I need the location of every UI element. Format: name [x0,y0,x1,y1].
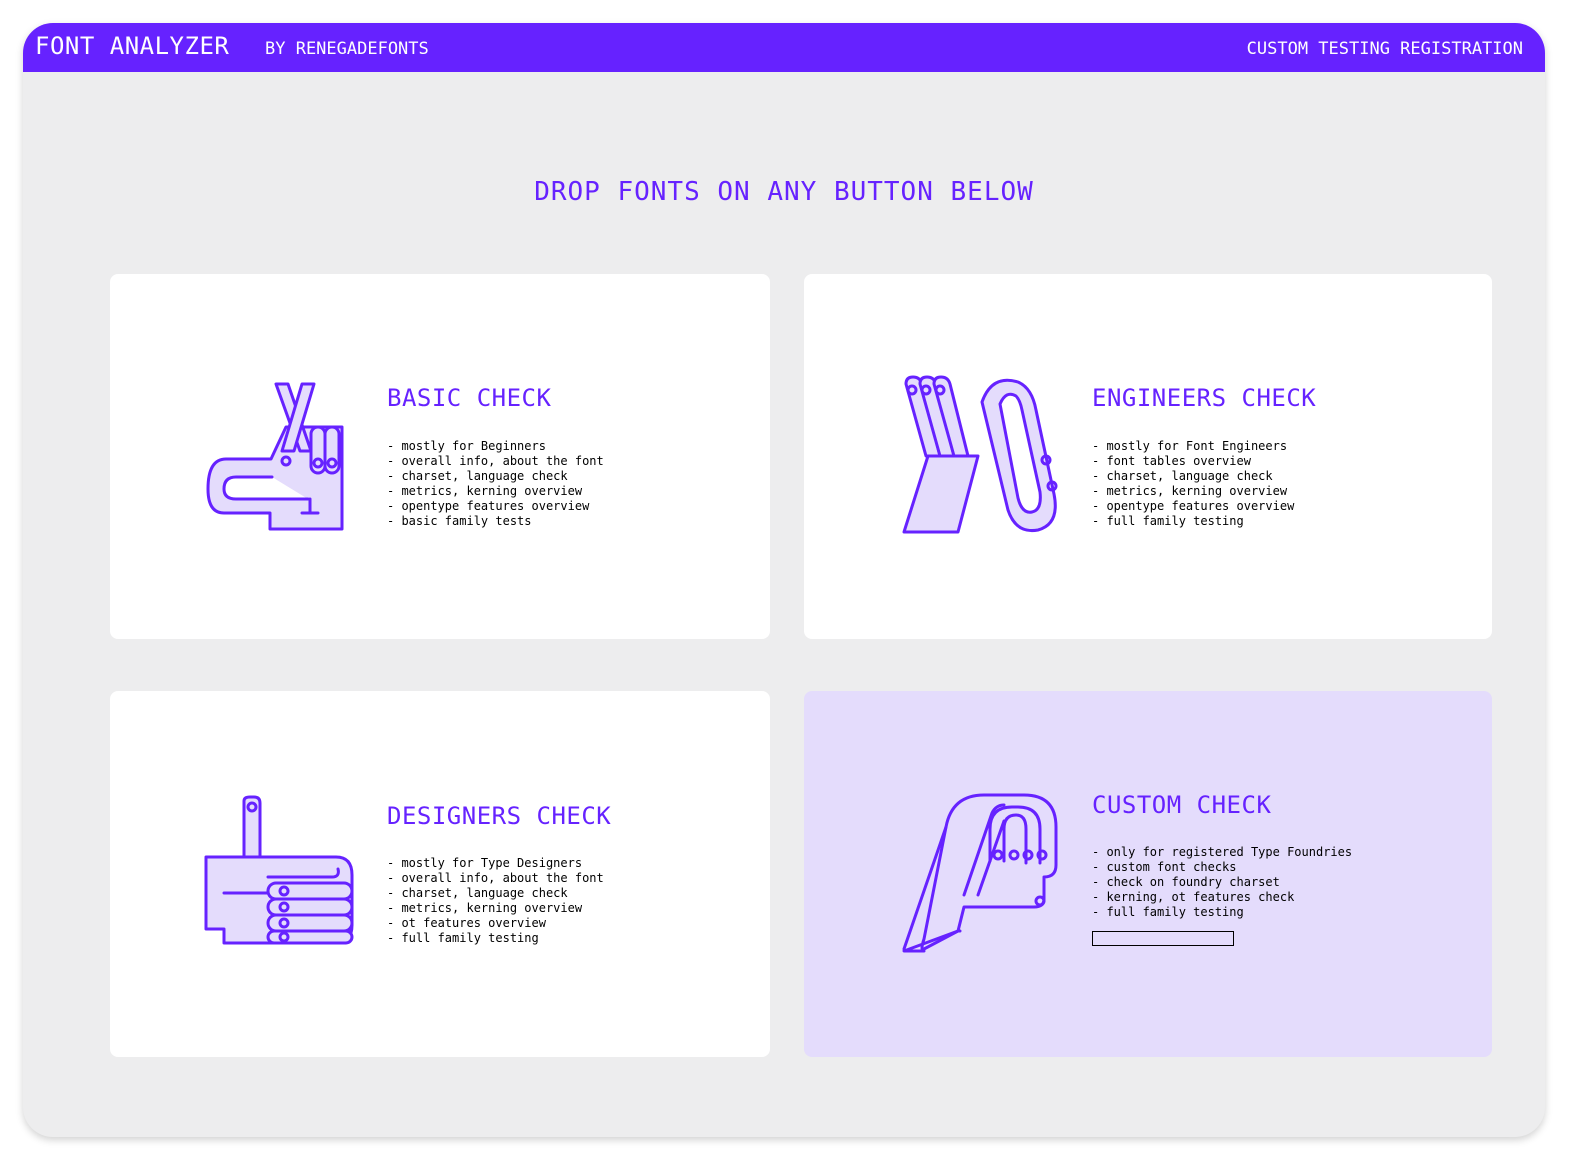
engineers-check-feature-list: mostly for Font Engineers font tables ov… [1092,439,1294,529]
engineers-check-drop-button[interactable]: ENGINEERS CHECK mostly for Font Engineer… [804,274,1492,639]
list-item: charset, language check [387,886,604,901]
list-item: mostly for Font Engineers [1092,439,1294,454]
app-window: FONT ANALYZER BY RENEGADEFONTS CUSTOM TE… [23,23,1545,1137]
basic-check-drop-button[interactable]: BASIC CHECK mostly for Beginners overall… [110,274,770,639]
registration-code-field[interactable] [1092,931,1234,946]
basic-check-feature-list: mostly for Beginners overall info, about… [387,439,604,529]
custom-check-feature-list: only for registered Type Foundries custo… [1092,845,1352,920]
app-byline: BY RENEGADEFONTS [265,39,429,59]
custom-check-title: CUSTOM CHECK [1092,791,1272,819]
crossed-fingers-hand-icon [206,382,344,531]
list-item: metrics, kerning overview [387,901,604,916]
list-item: check on foundry charset [1092,875,1352,890]
list-item: mostly for Type Designers [387,856,604,871]
list-item: charset, language check [1092,469,1294,484]
thumbs-up-hand-icon [204,795,354,945]
drop-instructions-heading: DROP FONTS ON ANY BUTTON BELOW [534,177,1034,207]
list-item: font tables overview [1092,454,1294,469]
list-item: custom font checks [1092,860,1352,875]
list-item: full family testing [1092,514,1294,529]
list-item: kerning, ot features check [1092,890,1352,905]
list-item: opentype features overview [1092,499,1294,514]
basic-check-title: BASIC CHECK [387,384,552,412]
list-item: only for registered Type Foundries [1092,845,1352,860]
designers-check-feature-list: mostly for Type Designers overall info, … [387,856,604,946]
list-item: opentype features overview [387,499,604,514]
designers-check-drop-button[interactable]: DESIGNERS CHECK mostly for Type Designer… [110,691,770,1057]
custom-check-drop-button[interactable]: CUSTOM CHECK only for registered Type Fo… [804,691,1492,1057]
list-item: ot features overview [387,916,604,931]
list-item: overall info, about the font [387,871,603,886]
list-item: full family testing [387,931,604,946]
ok-sign-hand-icon [902,375,1058,534]
list-item: full family testing [1092,905,1352,920]
list-item: basic family tests [387,514,604,529]
app-title: FONT ANALYZER [35,32,230,60]
designers-check-title: DESIGNERS CHECK [387,802,612,830]
list-item: metrics, kerning overview [387,484,604,499]
fist-hand-icon [902,793,1058,953]
list-item: charset, language check [387,469,604,484]
list-item: mostly for Beginners [387,439,604,454]
engineers-check-title: ENGINEERS CHECK [1092,384,1317,412]
list-item: metrics, kerning overview [1092,484,1294,499]
list-item: overall info, about the font [387,454,603,469]
custom-testing-registration-link[interactable]: CUSTOM TESTING REGISTRATION [1247,39,1523,59]
top-bar: FONT ANALYZER BY RENEGADEFONTS CUSTOM TE… [23,23,1545,72]
